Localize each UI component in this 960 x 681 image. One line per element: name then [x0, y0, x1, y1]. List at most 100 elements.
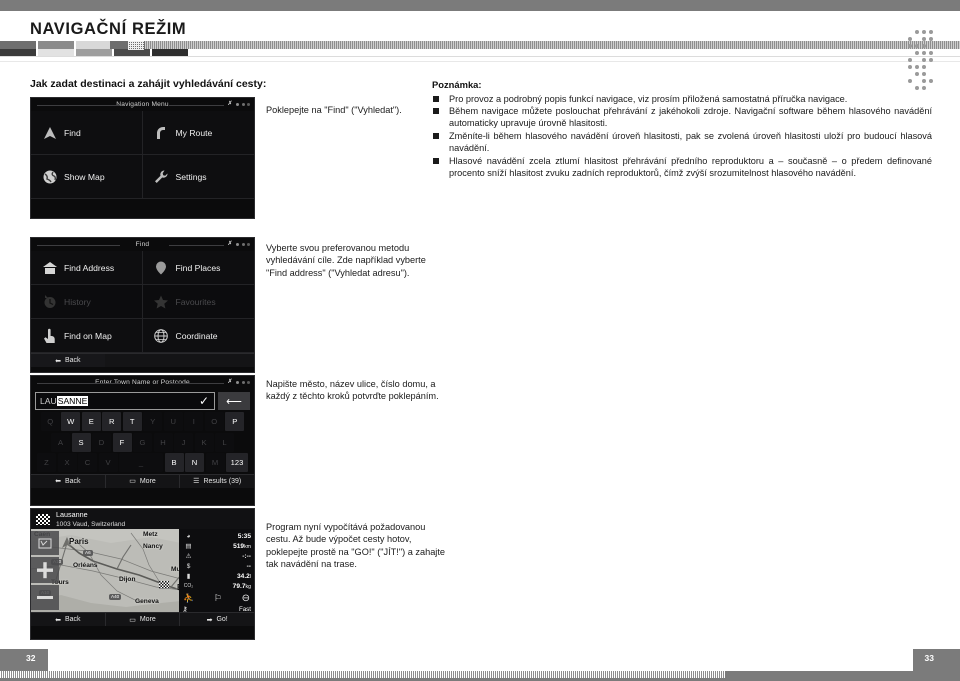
menu-button-my-route[interactable]: My Route [142, 111, 254, 155]
find-button-favourites[interactable]: Favourites [142, 285, 254, 319]
keyboard-input-row: LAU SANNE ✓ ⟵ [31, 389, 254, 410]
page-title: NAVIGAČNÍ REŽIM [30, 20, 187, 38]
caption-step-1: Poklepejte na "Find" ("Vyhledat"). [266, 105, 402, 115]
bullet-square-icon [433, 158, 439, 165]
info-row-co2: CO₂ 79.7kg [182, 581, 251, 591]
road-shield: A6 [83, 550, 93, 556]
map-go-button[interactable]: ➡ Go! [180, 613, 254, 626]
find-back-button[interactable]: ⬅ Back [31, 354, 105, 367]
keyboard-key-d[interactable]: D [92, 432, 111, 452]
find-button-label: History [64, 296, 91, 307]
warning-triangle-icon: ⚠ [185, 553, 192, 560]
keyboard-key-z[interactable]: Z [37, 453, 56, 472]
battery-dot-icon [247, 103, 250, 106]
note-item: Změníte-li během hlasového navádění úrov… [432, 130, 932, 154]
keyboard-key-e[interactable]: E [81, 412, 101, 431]
find-button-coordinate[interactable]: Coordinate [142, 319, 254, 353]
satellite-icon: ✗ [227, 241, 233, 247]
device-title-text: Navigation Menu [116, 101, 169, 108]
keyboard-key-m[interactable]: M [205, 453, 225, 472]
decorative-dot [915, 30, 919, 34]
bullet-square-icon [433, 108, 439, 115]
map-canvas[interactable]: Caen Paris Metz Nancy Orléans Tours Dijo… [31, 529, 254, 612]
keyboard-key-q[interactable]: Q [40, 412, 60, 431]
find-button-find-places[interactable]: Find Places [142, 251, 254, 285]
rectangle-icon: ▭ [129, 478, 136, 485]
info-row-fuel: ▮ 34.2l [182, 571, 251, 581]
keyboard-key-n[interactable]: N [185, 453, 204, 472]
keyboard-key-c[interactable]: C [78, 453, 97, 472]
info-row-distance: ▤ 519km [182, 541, 251, 551]
note-item: Pro provoz a podrobný popis funkcí navig… [432, 93, 932, 105]
keyboard-key-u[interactable]: U [163, 412, 183, 431]
map-back-button[interactable]: ⬅ Back [31, 613, 106, 626]
footer-ruler-texture [0, 671, 725, 678]
keyboard-key-v[interactable]: V [98, 453, 118, 472]
signal-dot-icon [241, 103, 245, 106]
keyboard-key-f[interactable]: F [112, 432, 132, 452]
footer-white-inset [48, 649, 913, 671]
keyboard-key-y[interactable]: Y [143, 412, 163, 431]
no-entry-icon[interactable]: ⊖ [242, 593, 250, 604]
menu-button-find[interactable]: Find [31, 111, 143, 155]
keyboard-key-l[interactable]: L [215, 432, 234, 452]
keyboard-key-h[interactable]: H [153, 432, 173, 452]
route-type-row[interactable]: ⚷ Fast [182, 604, 251, 612]
caption-step-3: Napište město, název ulice, číslo domu, … [266, 379, 439, 402]
keyboard-key-b[interactable]: B [164, 453, 184, 472]
keyboard-key-a[interactable]: A [51, 432, 70, 452]
device-title-bar: Navigation Menu ✗ [31, 98, 254, 111]
keyboard-key-x[interactable]: X [57, 453, 77, 472]
keyboard-back-button[interactable]: ⬅ Back [31, 474, 106, 488]
decorative-dot [922, 51, 926, 55]
keyboard-results-button[interactable]: ☰ Results (39) [180, 475, 254, 488]
keyboard-key-j[interactable]: J [174, 432, 193, 452]
keyboard-key-k[interactable]: K [194, 432, 214, 452]
decorative-dot [929, 51, 933, 55]
find-button-find-on-map[interactable]: Find on Map [31, 319, 143, 353]
keyboard-key-w[interactable]: W [61, 412, 81, 431]
keyboard-key-r[interactable]: R [102, 412, 122, 431]
keyboard-more-button[interactable]: ▭ More [106, 474, 181, 488]
map-zoom-out-button[interactable] [31, 585, 59, 610]
map-zoom-in-button[interactable] [31, 557, 59, 583]
map-more-button[interactable]: ▭ More [106, 613, 181, 626]
tab-block [76, 41, 112, 56]
find-button-label: Coordinate [175, 330, 218, 341]
confirm-check-icon[interactable]: ✓ [199, 394, 209, 408]
globe-map-icon [41, 168, 58, 185]
keyboard-key-g[interactable]: G [133, 432, 152, 452]
keyboard-key-s[interactable]: S [71, 432, 91, 452]
menu-button-show-map[interactable]: Show Map [31, 155, 143, 199]
keyboard-key-123[interactable]: 123 [226, 453, 248, 472]
keyboard-key-t[interactable]: T [122, 412, 142, 431]
keyboard-more-label: More [139, 477, 156, 485]
find-button-label: Find on Map [64, 330, 112, 341]
town-search-input[interactable]: LAU SANNE ✓ [35, 392, 215, 410]
pedestrian-crossing-icon[interactable]: ⛹ [183, 593, 194, 604]
note-title: Poznámka: [432, 79, 482, 90]
note-list: Pro provoz a podrobný popis funkcí navig… [432, 93, 932, 180]
route-type-label: Fast [238, 606, 251, 612]
keyboard-key-o[interactable]: O [204, 412, 224, 431]
key-icon: ⚷ [182, 605, 188, 612]
map-label: Nancy [143, 543, 163, 550]
caption-step-2: Vyberte svou preferovanou metodu vyhledá… [266, 243, 426, 278]
map-bottom-bar: ⬅ Back ▭ More ➡ Go! [31, 612, 254, 626]
signpost-icon[interactable]: ⚐ [214, 593, 222, 604]
find-button-find-address[interactable]: Find Address [31, 251, 143, 285]
backspace-button[interactable]: ⟵ [218, 392, 250, 410]
list-icon: ☰ [193, 478, 200, 485]
keyboard-key-_[interactable]: _ [119, 453, 163, 472]
find-button-history[interactable]: History [31, 285, 143, 319]
map-view-toggle-button[interactable] [31, 531, 59, 555]
screenshot-navigation-menu: Navigation Menu ✗ Find My Route Show Map… [30, 97, 255, 219]
road-icon: ▤ [185, 543, 192, 550]
decorative-dot [922, 65, 926, 69]
note-item: Během navigace můžete poslouchat přehráv… [432, 105, 932, 129]
menu-button-settings[interactable]: Settings [142, 155, 254, 199]
keyboard-key-p[interactable]: P [225, 412, 245, 431]
keyboard-key-i[interactable]: I [184, 412, 204, 431]
route-curve-icon [153, 124, 170, 141]
rectangle-icon: ▭ [129, 616, 136, 624]
